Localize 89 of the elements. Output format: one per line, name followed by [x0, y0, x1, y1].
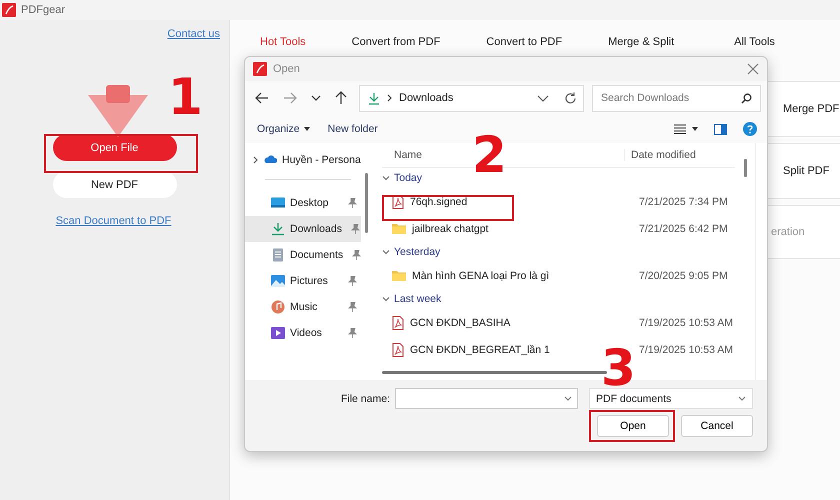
group-header[interactable]: Yesterday [382, 242, 735, 262]
pdf-file-icon [392, 342, 404, 356]
app-logo-icon [253, 62, 267, 76]
navigation-item[interactable]: Pictures [245, 268, 361, 294]
file-name[interactable]: GCN ĐKDN_BEGREAT_lần 1 [410, 344, 550, 356]
pin-icon [348, 276, 357, 286]
navigation-item[interactable]: Documents [245, 242, 361, 268]
open-file-button[interactable]: Open File [52, 134, 176, 161]
download-icon [271, 222, 285, 236]
file-date: 7/21/2025 6:42 PM [639, 222, 729, 234]
file-date: 7/19/2025 10:53 AM [639, 316, 734, 328]
tab[interactable]: Convert from PDF [340, 36, 452, 48]
step-number: 2 [472, 130, 507, 180]
chevron-down-icon [564, 396, 572, 401]
pin-icon [348, 198, 357, 208]
documents-icon [271, 248, 285, 262]
forward-arrow-icon[interactable] [283, 92, 297, 104]
cancel-button[interactable]: Cancel [681, 415, 753, 437]
refresh-icon[interactable] [564, 92, 577, 104]
videos-icon [271, 326, 285, 340]
search-field[interactable]: Search Downloads [592, 84, 761, 112]
list-view-icon[interactable] [674, 124, 686, 134]
down-arrow-icon [88, 85, 148, 137]
download-icon [368, 92, 380, 104]
desktop-icon [271, 196, 285, 210]
navigation-item[interactable]: Music [245, 294, 361, 320]
scrollbar-thumb [744, 159, 746, 177]
pin-icon [350, 224, 360, 234]
music-icon [271, 300, 285, 314]
tool-card[interactable]: Split PDF [765, 143, 840, 199]
file-name-label: File name: [340, 392, 390, 404]
chevron-down-icon[interactable] [537, 94, 549, 102]
tool-card-label: eration [771, 226, 805, 238]
chevron-down-icon [382, 174, 390, 182]
file-name[interactable]: GCN ĐKDN_BASIHA [410, 316, 510, 328]
file-date: 7/19/2025 10:53 AM [639, 344, 734, 356]
open-button[interactable]: Open [597, 415, 669, 437]
tab[interactable]: All Tools [722, 36, 787, 48]
address-bar[interactable]: Downloads [359, 84, 584, 112]
tool-card[interactable]: Merge PDF [765, 81, 840, 137]
navigation-item[interactable]: Downloads [245, 216, 361, 242]
organize-button[interactable]: Organize [253, 121, 314, 137]
dialog-title: Open [273, 63, 301, 75]
pin-icon [352, 250, 361, 260]
close-icon[interactable] [747, 63, 759, 75]
chevron-down-icon [382, 295, 390, 303]
chevron-right-icon [387, 94, 392, 102]
file-date: 7/21/2025 7:34 PM [639, 196, 729, 208]
pictures-icon [271, 274, 285, 288]
tab[interactable]: Convert to PDF [474, 36, 574, 48]
navigation-item[interactable]: Videos [245, 320, 361, 346]
back-arrow-icon[interactable] [255, 92, 269, 104]
up-arrow-icon[interactable] [335, 91, 347, 105]
caret-icon [304, 127, 310, 131]
scrollbar-thumb [365, 173, 368, 233]
pin-icon [348, 302, 357, 312]
tab[interactable]: Merge & Split [596, 36, 686, 48]
new-pdf-button[interactable]: New PDF [52, 171, 176, 198]
group-header[interactable]: Last week [382, 289, 735, 309]
file-type-dropdown[interactable]: PDF documents [589, 388, 753, 409]
tab[interactable]: Hot Tools [248, 36, 318, 48]
tool-card-label: Split PDF [783, 165, 830, 177]
tool-card-label: Merge PDF [783, 103, 840, 115]
chevron-down-icon [382, 248, 390, 256]
step-number: 1 [168, 72, 203, 122]
path-text: Downloads [399, 92, 454, 104]
file-name[interactable]: 76qh.signed [410, 196, 468, 208]
file-date: 7/20/2025 9:05 PM [639, 270, 729, 282]
chevron-down-icon[interactable] [311, 95, 321, 101]
contact-link[interactable]: Contact us [167, 28, 220, 40]
file-name[interactable]: Màn hình GENA loại Pro là gì [412, 270, 550, 282]
folder-icon [392, 269, 406, 282]
file-name[interactable]: jailbreak chatgpt [412, 222, 488, 234]
column-header[interactable]: Date modified [624, 149, 696, 161]
pdf-file-icon [392, 316, 404, 330]
scan-link[interactable]: Scan Document to PDF [56, 215, 172, 227]
chevron-down-icon [738, 396, 746, 401]
search-icon[interactable] [741, 92, 752, 104]
caret-icon[interactable] [692, 127, 698, 131]
help-icon[interactable] [743, 122, 757, 136]
preview-pane-icon[interactable] [714, 124, 727, 134]
chevron-right-icon [253, 156, 258, 164]
new-folder-button[interactable]: New folder [324, 121, 382, 137]
file-name-field[interactable] [395, 388, 578, 409]
navigation-item[interactable]: Huyền - Persona [245, 147, 361, 173]
folder-icon [392, 222, 406, 235]
navigation-item[interactable]: Desktop [245, 190, 361, 216]
pin-icon [348, 328, 357, 338]
app-title: PDFgear [21, 4, 66, 16]
